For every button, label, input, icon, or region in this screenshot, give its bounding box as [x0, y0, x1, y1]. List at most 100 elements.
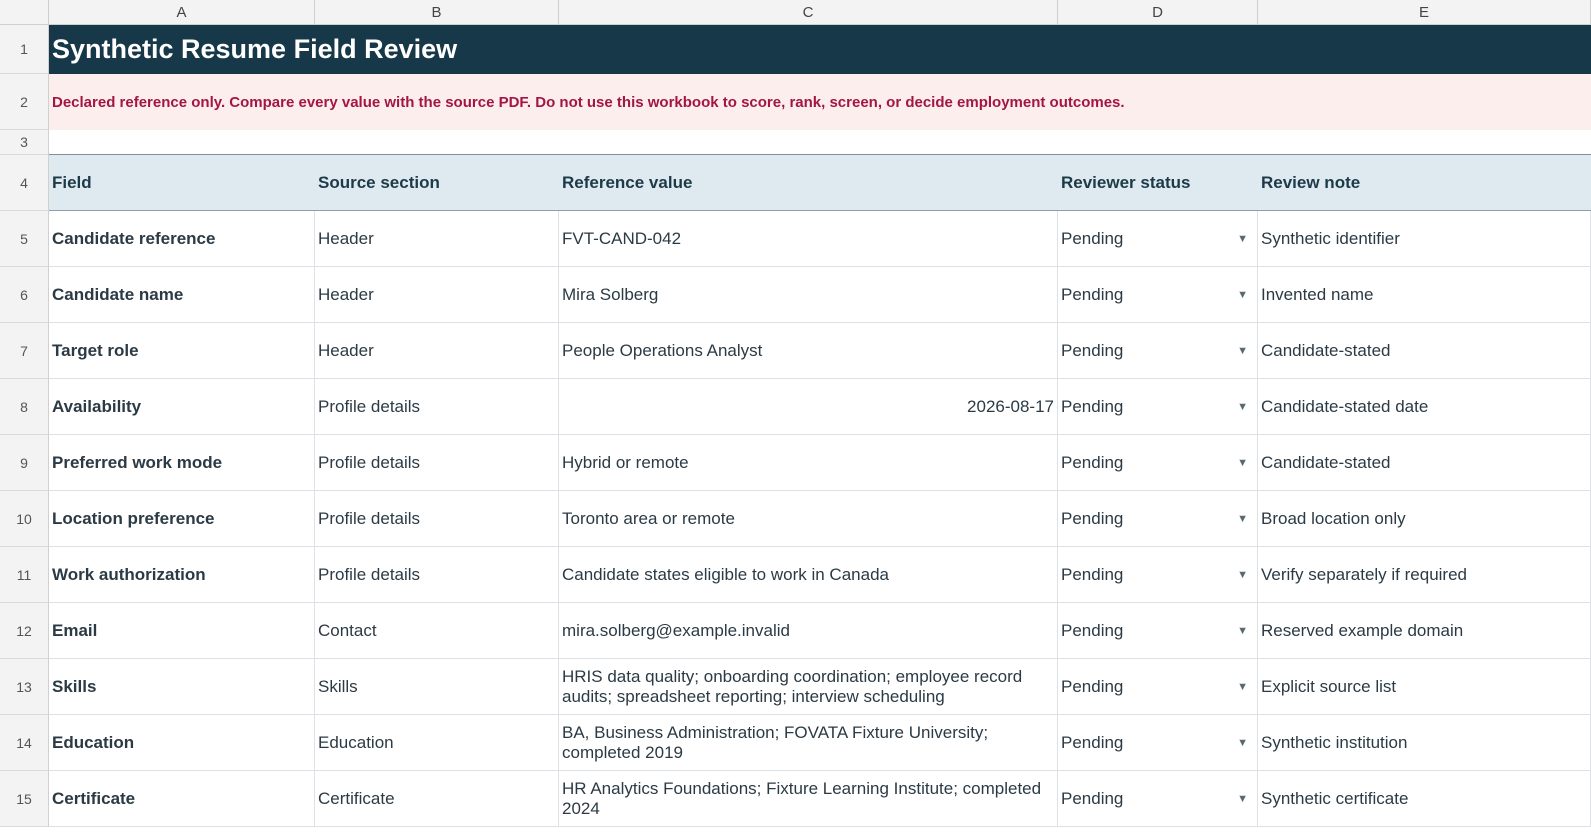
field-cell[interactable]: Certificate — [49, 771, 315, 827]
column-header-b[interactable]: B — [315, 0, 559, 24]
field-cell[interactable]: Education — [49, 715, 315, 771]
field-cell[interactable]: Target role — [49, 323, 315, 379]
triangle-down-icon[interactable]: ▼ — [1237, 513, 1248, 525]
value-cell[interactable]: mira.solberg@example.invalid — [559, 603, 1058, 659]
source-cell[interactable]: Header — [315, 211, 559, 267]
status-dropdown[interactable]: Pending ▼ — [1058, 267, 1258, 323]
table-row: 11 Work authorization Profile details Ca… — [0, 547, 1591, 603]
note-cell[interactable]: Verify separately if required — [1258, 547, 1591, 603]
header-field[interactable]: Field — [49, 155, 315, 211]
row-number[interactable]: 2 — [0, 74, 49, 130]
triangle-down-icon[interactable]: ▼ — [1237, 625, 1248, 637]
value-cell[interactable]: BA, Business Administration; FOVATA Fixt… — [559, 715, 1058, 771]
row-number[interactable]: 12 — [0, 603, 49, 659]
field-cell[interactable]: Location preference — [49, 491, 315, 547]
source-cell[interactable]: Profile details — [315, 379, 559, 435]
source-cell[interactable]: Profile details — [315, 435, 559, 491]
status-dropdown[interactable]: Pending ▼ — [1058, 771, 1258, 827]
row-number[interactable]: 6 — [0, 267, 49, 323]
source-cell[interactable]: Profile details — [315, 547, 559, 603]
value-cell[interactable]: 2026-08-17 — [559, 379, 1058, 435]
note-cell[interactable]: Explicit source list — [1258, 659, 1591, 715]
row-number[interactable]: 14 — [0, 715, 49, 771]
value-cell[interactable]: Mira Solberg — [559, 267, 1058, 323]
triangle-down-icon[interactable]: ▼ — [1237, 401, 1248, 413]
value-cell[interactable]: Toronto area or remote — [559, 491, 1058, 547]
field-cell[interactable]: Candidate reference — [49, 211, 315, 267]
field-cell[interactable]: Candidate name — [49, 267, 315, 323]
triangle-down-icon[interactable]: ▼ — [1237, 569, 1248, 581]
row-number[interactable]: 15 — [0, 771, 49, 827]
status-dropdown[interactable]: Pending ▼ — [1058, 211, 1258, 267]
select-all-corner[interactable] — [0, 0, 49, 24]
note-cell[interactable]: Synthetic identifier — [1258, 211, 1591, 267]
value-cell[interactable]: HRIS data quality; onboarding coordinati… — [559, 659, 1058, 715]
row-number[interactable]: 3 — [0, 130, 49, 155]
row-number[interactable]: 9 — [0, 435, 49, 491]
header-source-section[interactable]: Source section — [315, 155, 559, 211]
status-dropdown[interactable]: Pending ▼ — [1058, 715, 1258, 771]
column-header-c[interactable]: C — [559, 0, 1058, 24]
status-dropdown[interactable]: Pending ▼ — [1058, 659, 1258, 715]
row-number[interactable]: 7 — [0, 323, 49, 379]
field-cell[interactable]: Preferred work mode — [49, 435, 315, 491]
triangle-down-icon[interactable]: ▼ — [1237, 681, 1248, 693]
note-cell[interactable]: Candidate-stated date — [1258, 379, 1591, 435]
value-cell[interactable]: FVT-CAND-042 — [559, 211, 1058, 267]
table-row: 13 Skills Skills HRIS data quality; onbo… — [0, 659, 1591, 715]
status-dropdown[interactable]: Pending ▼ — [1058, 547, 1258, 603]
triangle-down-icon[interactable]: ▼ — [1237, 457, 1248, 469]
note-cell[interactable]: Reserved example domain — [1258, 603, 1591, 659]
table-row: 14 Education Education BA, Business Admi… — [0, 715, 1591, 771]
row-number[interactable]: 13 — [0, 659, 49, 715]
source-cell[interactable]: Header — [315, 267, 559, 323]
header-reference-value[interactable]: Reference value — [559, 155, 1058, 211]
value-cell[interactable]: Candidate states eligible to work in Can… — [559, 547, 1058, 603]
note-cell[interactable]: Broad location only — [1258, 491, 1591, 547]
note-cell[interactable]: Candidate-stated — [1258, 435, 1591, 491]
source-cell[interactable]: Contact — [315, 603, 559, 659]
source-cell[interactable]: Profile details — [315, 491, 559, 547]
row-number[interactable]: 1 — [0, 25, 49, 74]
header-review-note[interactable]: Review note — [1258, 155, 1591, 211]
status-dropdown[interactable]: Pending ▼ — [1058, 435, 1258, 491]
note-cell[interactable]: Synthetic certificate — [1258, 771, 1591, 827]
status-dropdown[interactable]: Pending ▼ — [1058, 491, 1258, 547]
triangle-down-icon[interactable]: ▼ — [1237, 233, 1248, 245]
value-cell[interactable]: Hybrid or remote — [559, 435, 1058, 491]
field-cell[interactable]: Skills — [49, 659, 315, 715]
value-cell[interactable]: HR Analytics Foundations; Fixture Learni… — [559, 771, 1058, 827]
value-cell[interactable]: People Operations Analyst — [559, 323, 1058, 379]
row-number[interactable]: 8 — [0, 379, 49, 435]
header-reviewer-status[interactable]: Reviewer status — [1058, 155, 1258, 211]
column-header-e[interactable]: E — [1258, 0, 1591, 24]
source-cell[interactable]: Education — [315, 715, 559, 771]
field-cell[interactable]: Email — [49, 603, 315, 659]
column-header-a[interactable]: A — [49, 0, 315, 24]
note-cell[interactable]: Candidate-stated — [1258, 323, 1591, 379]
blank-cell[interactable] — [49, 130, 1591, 155]
source-cell[interactable]: Certificate — [315, 771, 559, 827]
source-cell[interactable]: Header — [315, 323, 559, 379]
source-cell[interactable]: Skills — [315, 659, 559, 715]
status-dropdown[interactable]: Pending ▼ — [1058, 603, 1258, 659]
triangle-down-icon[interactable]: ▼ — [1237, 793, 1248, 805]
status-dropdown[interactable]: Pending ▼ — [1058, 379, 1258, 435]
status-label: Pending — [1061, 340, 1124, 360]
triangle-down-icon[interactable]: ▼ — [1237, 737, 1248, 749]
row-number[interactable]: 10 — [0, 491, 49, 547]
status-dropdown[interactable]: Pending ▼ — [1058, 323, 1258, 379]
notice-banner[interactable]: Declared reference only. Compare every v… — [49, 74, 1591, 130]
triangle-down-icon[interactable]: ▼ — [1237, 345, 1248, 357]
field-cell[interactable]: Work authorization — [49, 547, 315, 603]
status-label: Pending — [1061, 788, 1124, 808]
row-number[interactable]: 4 — [0, 155, 49, 211]
note-cell[interactable]: Invented name — [1258, 267, 1591, 323]
column-header-d[interactable]: D — [1058, 0, 1258, 24]
field-cell[interactable]: Availability — [49, 379, 315, 435]
note-cell[interactable]: Synthetic institution — [1258, 715, 1591, 771]
triangle-down-icon[interactable]: ▼ — [1237, 289, 1248, 301]
row-number[interactable]: 11 — [0, 547, 49, 603]
sheet-title[interactable]: Synthetic Resume Field Review — [49, 25, 1591, 74]
row-number[interactable]: 5 — [0, 211, 49, 267]
